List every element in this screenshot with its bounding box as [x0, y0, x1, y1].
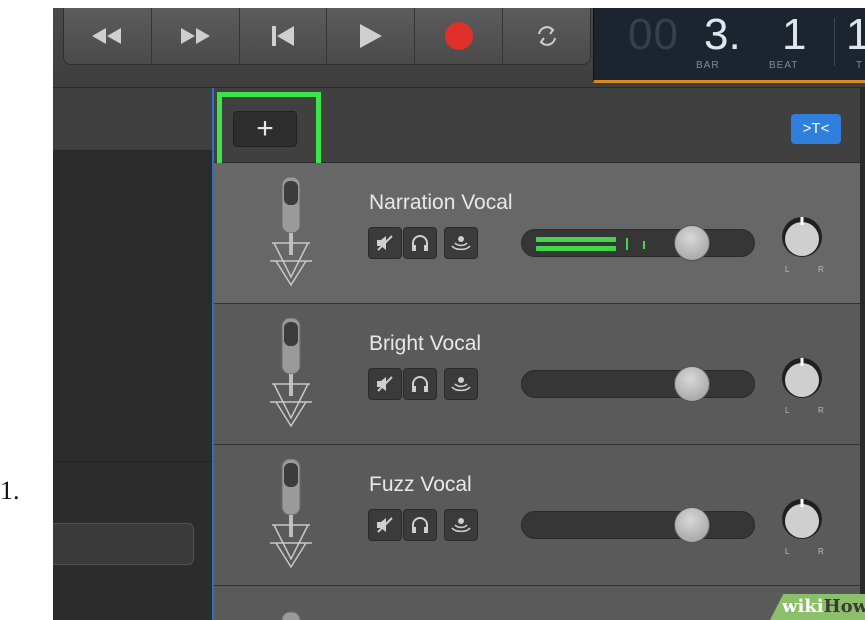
lcd-tick-label: T: [856, 60, 864, 71]
pan-right-label: R: [818, 406, 824, 415]
record-enable-button[interactable]: [444, 368, 478, 400]
play-icon: [359, 24, 382, 48]
fast-forward-icon: [181, 28, 211, 44]
track-name[interactable]: Fuzz Vocal: [369, 473, 472, 497]
lcd-tick-value: 1: [846, 10, 865, 59]
wikihow-watermark: wikiHow: [770, 594, 865, 620]
input-monitor-icon: [451, 236, 471, 251]
microphone-icon: [270, 318, 312, 428]
cycle-button[interactable]: [503, 8, 590, 64]
input-monitor-icon: [451, 518, 471, 533]
lcd-divider: [834, 18, 835, 66]
panel-right-edge: [860, 88, 865, 620]
rewind-icon: [92, 28, 122, 44]
headphones-icon: [412, 235, 428, 251]
solo-headphones-button[interactable]: [403, 227, 437, 259]
track-row[interactable]: Fuzz Vocal L R: [214, 445, 862, 586]
pan-right-label: R: [818, 265, 824, 274]
mute-icon: [377, 517, 393, 533]
garageband-window: 00 3. 1 1 BAR BEAT T + >T< Narration Voc…: [53, 8, 865, 620]
lcd-bar-label: BAR: [696, 60, 720, 71]
volume-slider[interactable]: [521, 511, 755, 539]
solo-headphones-button[interactable]: [403, 509, 437, 541]
mute-button[interactable]: [368, 509, 402, 541]
microphone-icon: [281, 611, 301, 620]
solo-headphones-button[interactable]: [403, 368, 437, 400]
add-track-button[interactable]: +: [233, 111, 297, 147]
track-row[interactable]: Bright Vocal L R: [214, 304, 862, 445]
record-enable-button[interactable]: [444, 227, 478, 259]
rewind-button[interactable]: [64, 8, 152, 64]
pan-knob[interactable]: [780, 356, 824, 400]
track-row[interactable]: Narration Vocal L R: [214, 163, 862, 304]
headphones-icon: [412, 376, 428, 392]
lcd-beat-value: 1: [782, 10, 807, 59]
library-search-field[interactable]: [53, 523, 194, 565]
cycle-icon: [537, 26, 556, 46]
transport-controls: [63, 8, 591, 65]
watermark-prefix: wiki: [782, 596, 824, 617]
microphone-icon: [270, 459, 312, 569]
microphone-icon: [270, 177, 312, 287]
track-headers-panel: + >T< Narration Vocal L R Bright Vocal L…: [212, 88, 862, 620]
lcd-beat-label: BEAT: [769, 60, 799, 71]
play-button[interactable]: [327, 8, 416, 64]
track-row[interactable]: [214, 586, 862, 620]
control-bar: 00 3. 1 1 BAR BEAT T: [53, 8, 865, 88]
pan-knob[interactable]: [780, 497, 824, 541]
fast-forward-button[interactable]: [152, 8, 240, 64]
pan-left-label: L: [785, 547, 790, 556]
library-pane: [53, 88, 212, 620]
lcd-bar-value: 3.: [704, 10, 741, 59]
lcd-display[interactable]: 00 3. 1 1 BAR BEAT T: [593, 8, 865, 83]
volume-slider-thumb[interactable]: [674, 507, 710, 543]
pan-left-label: L: [785, 265, 790, 274]
level-meter-tick: [643, 241, 645, 249]
library-header: [53, 88, 212, 151]
level-meter-peak: [626, 238, 628, 250]
library-divider: [53, 461, 212, 462]
pan-right-label: R: [818, 547, 824, 556]
record-enable-button[interactable]: [444, 509, 478, 541]
watermark-suffix: How: [823, 596, 865, 617]
track-name[interactable]: Narration Vocal: [369, 191, 513, 215]
go-to-start-button[interactable]: [240, 8, 328, 64]
volume-slider-thumb[interactable]: [674, 366, 710, 402]
pan-knob[interactable]: [780, 215, 824, 259]
volume-slider-thumb[interactable]: [674, 225, 710, 261]
volume-slider[interactable]: [521, 370, 755, 398]
pan-left-label: L: [785, 406, 790, 415]
record-button[interactable]: [415, 8, 504, 64]
record-icon: [444, 22, 473, 50]
go-to-start-icon: [272, 26, 295, 46]
mute-icon: [377, 235, 393, 251]
smart-controls-filter-button[interactable]: >T<: [791, 114, 841, 144]
mute-button[interactable]: [368, 227, 402, 259]
mute-button[interactable]: [368, 368, 402, 400]
volume-slider[interactable]: [521, 229, 755, 257]
tracks-header-bar: + >T<: [214, 88, 862, 168]
input-monitor-icon: [451, 377, 471, 392]
level-meter: [536, 237, 616, 251]
list-number: 1.: [0, 476, 20, 505]
mute-icon: [377, 376, 393, 392]
headphones-icon: [412, 517, 428, 533]
lcd-bar-leading-zeros: 00: [628, 10, 679, 59]
track-name[interactable]: Bright Vocal: [369, 332, 481, 356]
